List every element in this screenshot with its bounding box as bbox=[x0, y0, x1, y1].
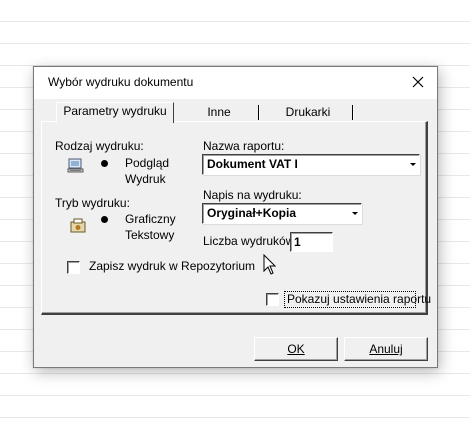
tab-label: Drukarki bbox=[285, 105, 331, 119]
report-name-select[interactable]: Dokument VAT I bbox=[202, 154, 420, 175]
radio-preview[interactable] bbox=[99, 158, 110, 169]
dropdown-arrow-icon[interactable] bbox=[351, 207, 359, 219]
radio-text[interactable] bbox=[99, 230, 110, 241]
tab-separator bbox=[352, 105, 354, 120]
ok-button[interactable]: OK bbox=[254, 337, 338, 361]
cancel-button[interactable]: Anuluj bbox=[344, 337, 428, 361]
printer-graphic-icon bbox=[70, 218, 86, 234]
dropdown-arrow-icon[interactable] bbox=[409, 158, 417, 170]
caption-label: Napis na wydruku: bbox=[203, 188, 302, 202]
tab-printers[interactable]: Drukarki bbox=[266, 104, 350, 122]
save-to-repository-label: Zapisz wydruk w Repozytorium bbox=[89, 259, 256, 273]
radio-graphic-label: Graficzny bbox=[125, 212, 176, 226]
tab-strip: Parametry wydruku Inne Drukarki bbox=[34, 100, 437, 123]
tab-label: Parametry wydruku bbox=[63, 104, 167, 118]
radio-text-label: Tekstowy bbox=[125, 228, 175, 242]
copies-input[interactable]: 1 bbox=[290, 232, 333, 252]
caption-select[interactable]: Oryginał+Kopia bbox=[202, 203, 362, 224]
ok-button-label: OK bbox=[287, 342, 305, 356]
tab-print-parameters[interactable]: Parametry wydruku bbox=[56, 102, 174, 123]
radio-print-label: Wydruk bbox=[125, 172, 166, 186]
save-to-repository-checkbox[interactable] bbox=[67, 261, 80, 274]
tab-separator bbox=[258, 105, 260, 120]
radio-graphic[interactable] bbox=[99, 214, 110, 225]
close-icon[interactable] bbox=[407, 71, 429, 93]
dialog-title: Wybór wydruku dokumentu bbox=[48, 75, 194, 89]
print-type-label: Rodzaj wydruku: bbox=[55, 139, 144, 153]
title-bar: Wybór wydruku dokumentu bbox=[34, 67, 437, 99]
print-dialog: Wybór wydruku dokumentu Parametry wydruk… bbox=[33, 66, 438, 368]
monitor-icon bbox=[67, 157, 85, 175]
report-name-value: Dokument VAT I bbox=[207, 157, 298, 171]
show-settings-checkbox[interactable] bbox=[266, 293, 279, 306]
print-mode-label: Tryb wydruku: bbox=[55, 196, 130, 210]
tab-panel: Rodzaj wydruku: Podgląd Wydruk Tryb wydr… bbox=[41, 121, 432, 315]
tab-other[interactable]: Inne bbox=[180, 104, 258, 122]
copies-value: 1 bbox=[294, 235, 301, 249]
radio-preview-label: Podgląd bbox=[125, 156, 170, 170]
report-name-label: Nazwa raportu: bbox=[203, 139, 285, 153]
tab-label: Inne bbox=[207, 105, 231, 119]
caption-value: Oryginał+Kopia bbox=[207, 206, 297, 220]
show-settings-label: Pokazuj ustawienia raportu bbox=[287, 292, 432, 306]
cancel-button-label: Anuluj bbox=[369, 342, 403, 356]
mouse-pointer-icon bbox=[263, 253, 277, 276]
radio-print[interactable] bbox=[99, 174, 110, 185]
copies-label: Liczba wydruków: bbox=[203, 234, 298, 248]
